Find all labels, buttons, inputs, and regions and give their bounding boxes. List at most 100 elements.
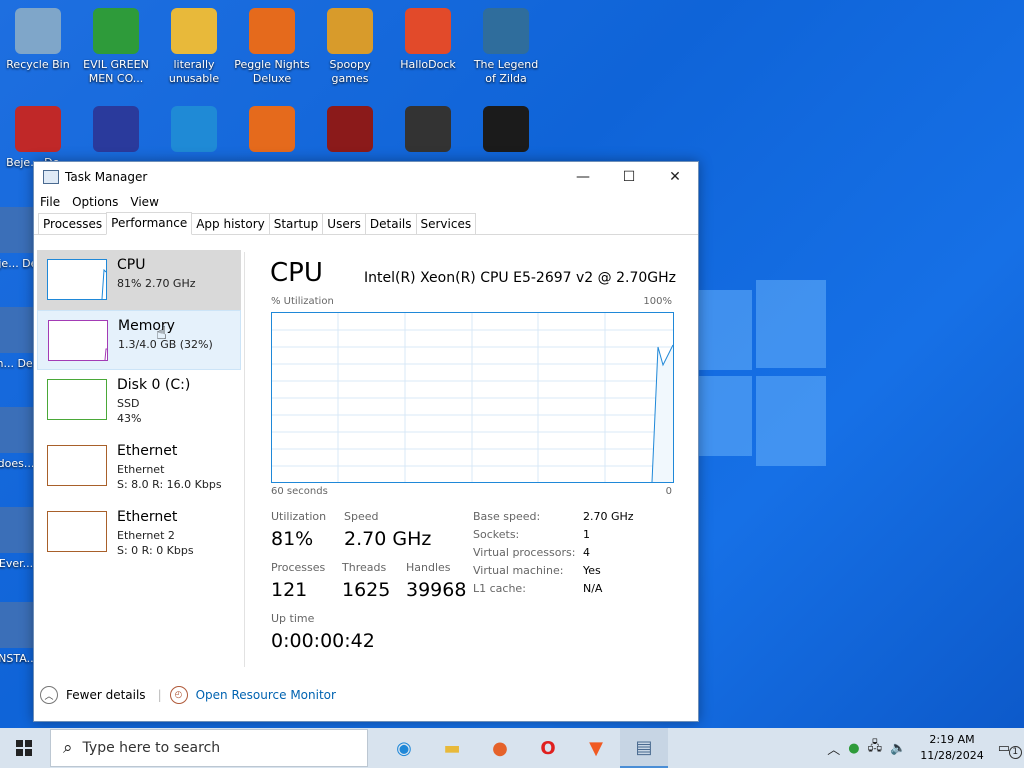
app-icon [483,8,529,54]
chevron-up-icon[interactable]: ︿ [827,739,840,758]
taskbar-search-box[interactable]: ⌕ Type here to search [50,729,368,767]
desktop-icon-label: literally unusable [168,58,220,85]
cpu-model: Intel(R) Xeon(R) CPU E5-2697 v2 @ 2.70GH… [364,270,676,286]
resource-sub2: 43% [117,412,142,425]
clock-date: 11/28/2024 [920,749,984,762]
disk-thumbnail-graph [47,379,107,420]
prop-key: Sockets: [473,528,520,541]
cpu-utilization-graph [271,312,674,483]
desktop-icon[interactable]: Peggle Nights Deluxe [234,6,310,86]
desktop-icon[interactable] [156,104,232,156]
resource-list: CPU 81% 2.70 GHz Memory 1.3/4.0 GB (32%)… [37,250,241,670]
network-icon[interactable]: 🖧 [868,737,883,759]
ethernet-thumbnail-graph [47,445,107,486]
processes-value: 121 [271,579,308,601]
title-bar[interactable]: Task Manager — ☐ ✕ [34,162,698,192]
clock[interactable]: 2:19 AM 11/28/2024 [920,732,983,764]
uptime-label: Up time [271,612,315,625]
desktop-icon[interactable]: literally unusable [156,6,232,86]
edge-taskbar-icon[interactable]: ◉ [380,728,428,768]
volume-icon[interactable]: 🔈 [890,741,906,756]
brave-taskbar-icon[interactable]: ▼ [572,728,620,768]
app-icon [483,106,529,152]
tab-performance[interactable]: Performance [106,212,193,235]
desktop-icon[interactable]: Spoopy games [312,6,388,86]
prop-value: 1 [583,528,590,541]
menu-bar: File Options View [34,192,698,212]
prop-value: 4 [583,546,590,559]
desktop-icon[interactable]: HalloDock [390,6,466,72]
resource-name: Ethernet [117,443,178,459]
start-button[interactable] [0,728,48,768]
footer-separator: | [157,688,162,702]
notification-icon[interactable]: ▭ 1 [998,741,1022,759]
desktop-icon[interactable] [234,104,310,156]
task-manager-icon [43,170,59,184]
fewer-details-link[interactable]: Fewer details [66,688,146,702]
collapse-chevron-icon[interactable]: ︿ [40,686,58,704]
menu-view[interactable]: View [130,195,158,209]
clock-time: 2:19 AM [929,733,975,746]
utilization-value: 81% [271,528,314,550]
opera-taskbar-icon[interactable]: O [524,728,572,768]
app-icon [249,8,295,54]
x-axis-left: 60 seconds [271,486,328,497]
desktop-icon[interactable] [312,104,388,156]
maximize-button[interactable]: ☐ [606,162,652,192]
speed-label: Speed [344,510,379,523]
resource-ethernet-1[interactable]: Ethernet Ethernet S: 8.0 R: 16.0 Kbps [37,436,241,496]
resource-name: CPU [117,257,146,273]
handles-value: 39968 [406,579,467,601]
x-axis-right: 0 [665,486,672,497]
green-men-tray-icon[interactable]: ● [848,741,859,756]
tab-services[interactable]: Services [415,213,477,234]
open-resource-monitor-link[interactable]: Open Resource Monitor [196,688,336,702]
prop-value: 2.70 GHz [583,510,634,523]
resource-name: Ethernet [117,509,178,525]
notification-count: 1 [1008,745,1022,759]
tab-processes[interactable]: Processes [38,213,108,234]
resource-memory[interactable]: Memory 1.3/4.0 GB (32%) ☝ [37,310,241,370]
resource-sub: 81% 2.70 GHz [117,277,196,290]
task-manager-taskbar-icon[interactable]: ▤ [620,728,668,768]
close-button[interactable]: ✕ [652,162,698,192]
prop-key: Virtual processors: [473,546,576,559]
app-icon [249,106,295,152]
desktop-icon[interactable] [468,104,544,156]
detail-title: CPU [270,258,323,288]
tab-details[interactable]: Details [364,213,417,234]
y-axis-label: % Utilization [271,296,334,307]
desktop-icon[interactable] [390,104,466,156]
tab-startup[interactable]: Startup [268,213,324,234]
y-axis-max: 100% [643,296,672,307]
handles-label: Handles [406,561,451,574]
search-placeholder: Type here to search [82,740,221,756]
desktop-icon[interactable]: EVIL GREEN MEN CO... [78,6,154,86]
app-icon [327,106,373,152]
firefox-taskbar-icon[interactable]: ● [476,728,524,768]
desktop-icon-label: Spoopy games [329,58,371,85]
file-explorer-taskbar-icon[interactable]: ▬ [428,728,476,768]
desktop-icon[interactable]: Recycle Bin [0,6,76,72]
utilization-label: Utilization [271,510,327,523]
resource-cpu[interactable]: CPU 81% 2.70 GHz [37,250,241,310]
resource-disk[interactable]: Disk 0 (C:) SSD 43% [37,370,241,430]
menu-file[interactable]: File [40,195,60,209]
desktop-icon-label: Recycle Bin [6,58,70,71]
prop-key: Virtual machine: [473,564,564,577]
tab-users[interactable]: Users [322,213,366,234]
resource-ethernet-2[interactable]: Ethernet Ethernet 2 S: 0 R: 0 Kbps [37,502,241,562]
minimize-button[interactable]: — [560,162,606,192]
tab-app-history[interactable]: App history [191,213,270,234]
resource-sub2: S: 8.0 R: 16.0 Kbps [117,478,222,491]
graph-svg [272,313,674,483]
desktop-icon[interactable]: The Legend of Zilda [468,6,544,86]
menu-options[interactable]: Options [72,195,118,209]
memory-thumbnail-graph [48,320,108,361]
prop-key: L1 cache: [473,582,526,595]
ethernet-thumbnail-graph [47,511,107,552]
windows-logo-wallpaper [690,280,830,470]
app-icon [93,106,139,152]
threads-value: 1625 [342,579,391,601]
desktop-icon[interactable] [78,104,154,156]
